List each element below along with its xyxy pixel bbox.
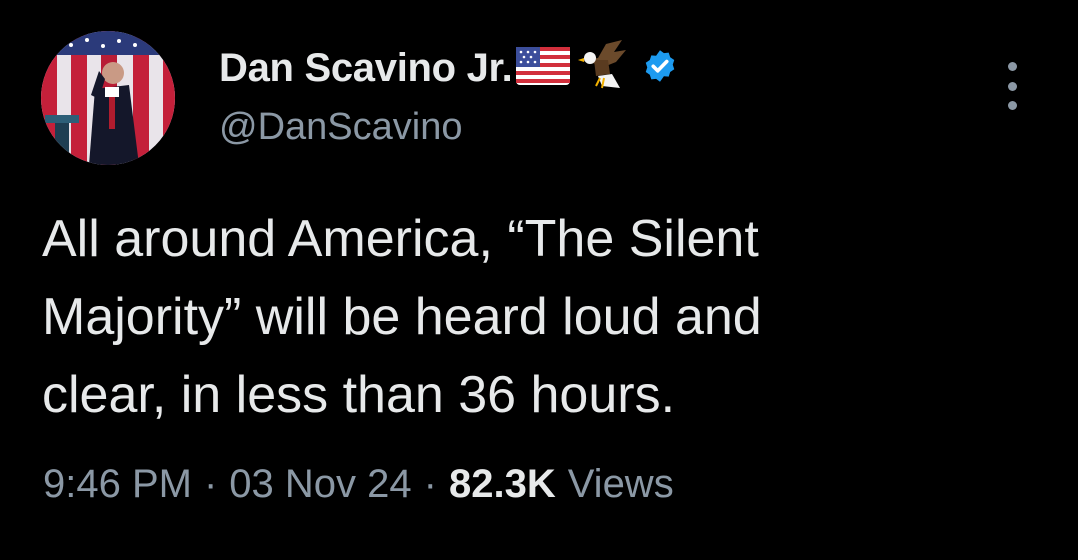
tweet-text-line: Majority” will be heard loud and bbox=[42, 288, 762, 346]
author-handle[interactable]: @DanScavino bbox=[219, 106, 462, 149]
more-dot-icon bbox=[1007, 62, 1017, 71]
meta-separator: · bbox=[203, 462, 218, 506]
verified-badge-icon bbox=[642, 48, 678, 89]
us-flag-icon bbox=[516, 46, 571, 90]
tweet-meta: 9:46 PM · 03 Nov 24 · 82.3K Views bbox=[43, 462, 674, 507]
tweet-text-line: All around America, “The Silent bbox=[42, 210, 759, 268]
views-label: Views bbox=[567, 462, 674, 506]
avatar-photo bbox=[41, 31, 175, 165]
tweet-date[interactable]: 03 Nov 24 bbox=[229, 462, 411, 507]
meta-separator: · bbox=[423, 462, 437, 506]
more-options-button[interactable] bbox=[1000, 62, 1024, 110]
author-display-name[interactable]: Dan Scavino Jr. bbox=[219, 46, 513, 91]
tweet-text: All around America, “The Silent Majority… bbox=[42, 200, 1052, 434]
more-dot-icon bbox=[1007, 81, 1017, 91]
eagle-icon bbox=[576, 38, 628, 99]
tweet-card: Dan Scavino Jr. @DanScavino All around A… bbox=[0, 0, 1078, 560]
author-name-row[interactable]: Dan Scavino Jr. bbox=[219, 38, 678, 99]
tweet-time[interactable]: 9:46 PM bbox=[43, 462, 192, 507]
avatar[interactable] bbox=[41, 31, 175, 165]
views-count[interactable]: 82.3K bbox=[449, 462, 556, 507]
more-dot-icon bbox=[1007, 101, 1017, 110]
tweet-text-line: clear, in less than 36 hours. bbox=[42, 366, 676, 424]
